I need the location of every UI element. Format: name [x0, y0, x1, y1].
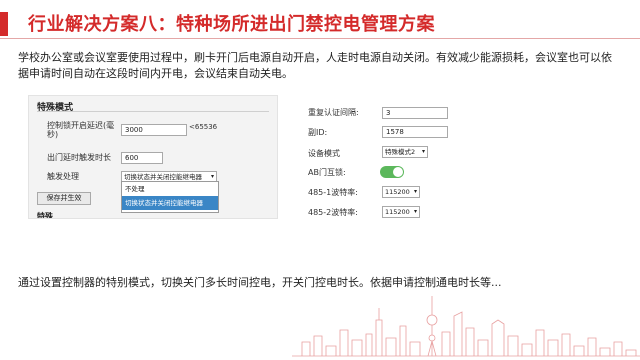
- section-divider: [37, 111, 269, 112]
- baud2-value: 115200: [385, 208, 410, 216]
- chevron-down-icon: ▾: [421, 148, 425, 155]
- chevron-down-icon: ▾: [413, 208, 417, 215]
- trigger-dropdown: 不处理 切换状态并关闭控能继电器: [121, 181, 219, 213]
- save-apply-button[interactable]: 保存并生效: [37, 192, 91, 205]
- trigger-select-value: 切换状态并关闭控能继电器: [124, 173, 202, 181]
- baud1-value: 115200: [385, 188, 410, 196]
- special-mode-panel: 特殊模式 控制锁开启延迟(毫秒) 3000 <65536 出门延时触发时长 60…: [28, 95, 278, 219]
- dropdown-option-none[interactable]: 不处理: [122, 182, 218, 196]
- sub-id-input[interactable]: 1578: [382, 126, 448, 138]
- ab-interlock-label: AB门互锁:: [308, 168, 346, 177]
- device-settings-panel: 重复认证间隔: 3 副ID: 1578 设备模式 特殊模式2 ▾ AB门互锁: …: [300, 100, 448, 220]
- intro-paragraph: 学校办公室或会议室要使用过程中，刷卡开门后电源自动开启，人走时电源自动关闭。有效…: [18, 51, 612, 80]
- ab-interlock-toggle[interactable]: [380, 166, 404, 178]
- baud2-select[interactable]: 115200 ▾: [382, 206, 420, 218]
- baud2-label: 485-2波特率:: [308, 208, 358, 217]
- device-mode-value: 特殊模式2: [385, 148, 416, 156]
- title-accent-bar: [0, 12, 8, 36]
- exit-delay-input[interactable]: 600: [121, 152, 163, 164]
- title-divider: [0, 38, 640, 39]
- baud1-label: 485-1波特率:: [308, 188, 358, 197]
- summary-paragraph: 通过设置控制器的特别模式，切换关门多长时间控电，开关门控电时长。依据申请控制通电…: [18, 276, 502, 289]
- device-mode-label: 设备模式: [308, 149, 340, 158]
- delay-input[interactable]: 3000: [121, 124, 187, 136]
- repeat-auth-input[interactable]: 3: [382, 107, 448, 119]
- exit-delay-label: 出门延时触发时长: [47, 153, 111, 162]
- delay-label: 控制锁开启延迟(毫秒): [47, 121, 115, 139]
- chevron-down-icon: ▾: [413, 188, 417, 195]
- baud1-select[interactable]: 115200 ▾: [382, 186, 420, 198]
- repeat-auth-label: 重复认证间隔:: [308, 108, 359, 117]
- toggle-knob: [393, 167, 403, 177]
- cut-off-section-label: 特殊: [37, 212, 53, 219]
- sub-id-label: 副ID:: [308, 128, 328, 137]
- city-skyline-illustration: [292, 296, 640, 357]
- page-title: 行业解决方案八：特种场所进出门禁控电管理方案: [28, 14, 435, 35]
- trigger-label: 触发处理: [47, 172, 79, 181]
- dropdown-option-switch[interactable]: 切换状态并关闭控能继电器: [122, 196, 218, 210]
- delay-hint: <65536: [189, 123, 218, 131]
- device-mode-select[interactable]: 特殊模式2 ▾: [382, 146, 428, 158]
